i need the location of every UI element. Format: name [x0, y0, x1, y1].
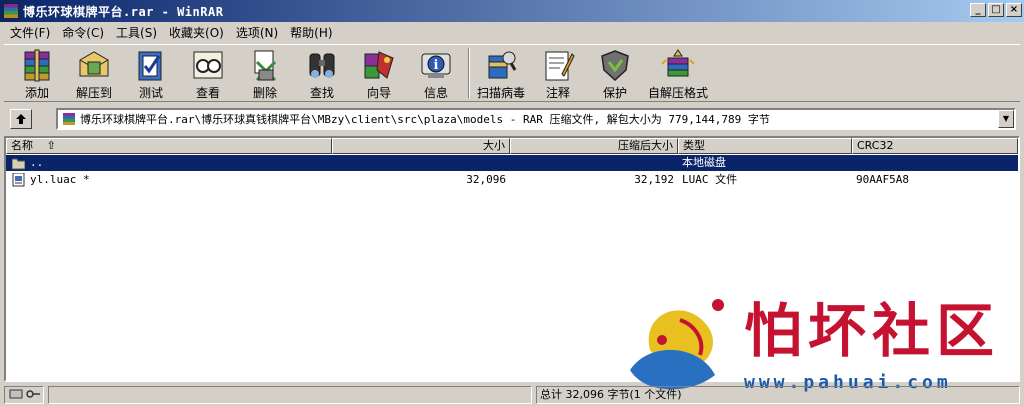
menu-favorites[interactable]: 收藏夹(O): [163, 24, 230, 41]
add-button[interactable]: 添加: [12, 45, 62, 101]
file-icon: [12, 173, 25, 187]
column-packed-label: 压缩后大小: [618, 139, 673, 152]
comment-button[interactable]: 注释: [533, 45, 583, 101]
drive-key-icon: [9, 389, 40, 399]
window-controls: _ □ ×: [970, 3, 1022, 17]
column-size-label: 大小: [483, 139, 505, 152]
find-label: 查找: [309, 86, 334, 100]
sfx-icon: [660, 48, 696, 82]
column-crc-label: CRC32: [857, 139, 894, 152]
row-type: 本地磁盘: [682, 156, 726, 169]
table-row[interactable]: .. 本地磁盘: [6, 155, 1018, 171]
comment-label: 注释: [545, 86, 570, 100]
sfx-button[interactable]: 自解压格式: [647, 45, 709, 101]
sfx-label: 自解压格式: [647, 86, 708, 100]
status-summary-text: 总计 32,096 字节(1 个文件): [540, 388, 682, 401]
address-dropdown-button[interactable]: ▼: [998, 110, 1014, 128]
row-crc: 90AAF5A8: [856, 173, 909, 186]
find-button[interactable]: 查找: [297, 45, 347, 101]
column-name-label: 名称: [11, 139, 33, 152]
status-bar: 总计 32,096 字节(1 个文件): [0, 384, 1024, 406]
row-size: 32,096: [466, 173, 506, 186]
column-header-type[interactable]: 类型: [678, 138, 852, 154]
extract-to-icon: [76, 48, 112, 82]
menu-help[interactable]: 帮助(H): [284, 24, 338, 41]
column-header-crc[interactable]: CRC32: [852, 138, 1018, 154]
comment-icon: [540, 48, 576, 82]
protect-icon: [597, 48, 633, 82]
column-header-packed[interactable]: 压缩后大小: [510, 138, 678, 154]
info-icon: i: [418, 48, 454, 82]
info-button[interactable]: i 信息: [411, 45, 461, 101]
archive-icon: [63, 113, 75, 125]
wizard-icon: [361, 48, 397, 82]
view-label: 查看: [195, 86, 220, 100]
info-label: 信息: [423, 86, 448, 100]
status-drive-panel[interactable]: [4, 386, 44, 404]
test-label: 测试: [138, 86, 163, 100]
column-type-label: 类型: [683, 139, 705, 152]
menu-commands[interactable]: 命令(C): [56, 24, 110, 41]
toolbar: 添加 解压到 测试 查看 删除 查找 向导 i 信息 扫描病毒 注释 保护 自解…: [4, 44, 1020, 102]
row-packed: 32,192: [634, 173, 674, 186]
address-field[interactable]: 博乐环球棋牌平台.rar\博乐环球真钱棋牌平台\MBzy\client\src\…: [56, 108, 1016, 130]
address-bar: 博乐环球棋牌平台.rar\博乐环球真钱棋牌平台\MBzy\client\src\…: [0, 104, 1024, 134]
up-folder-button[interactable]: [10, 109, 32, 129]
scan-virus-label: 扫描病毒: [476, 86, 525, 100]
add-archive-icon: [19, 48, 55, 82]
row-type: LUAC 文件: [682, 173, 738, 186]
up-arrow-icon: [16, 114, 26, 124]
wizard-button[interactable]: 向导: [354, 45, 404, 101]
protect-button[interactable]: 保护: [590, 45, 640, 101]
delete-icon: [247, 48, 283, 82]
status-selection-panel: [48, 386, 532, 404]
test-icon: [133, 48, 169, 82]
svg-text:i: i: [434, 58, 439, 73]
delete-label: 删除: [252, 86, 277, 100]
watermark-text: 怕坏社区: [744, 297, 1001, 365]
menu-options[interactable]: 选项(N): [230, 24, 284, 41]
view-button[interactable]: 查看: [183, 45, 233, 101]
row-name: yl.luac *: [30, 173, 90, 186]
scan-virus-icon: [483, 48, 519, 82]
delete-button[interactable]: 删除: [240, 45, 290, 101]
toolbar-separator: [468, 48, 470, 98]
close-button[interactable]: ×: [1006, 3, 1022, 17]
protect-label: 保护: [602, 86, 627, 100]
column-header-name[interactable]: 名称 ⇧: [6, 138, 332, 154]
menu-tools[interactable]: 工具(S): [110, 24, 163, 41]
menu-file[interactable]: 文件(F): [4, 24, 56, 41]
add-label: 添加: [24, 86, 49, 100]
table-row[interactable]: yl.luac * 32,096 32,192 LUAC 文件 90AAF5A8: [6, 172, 1018, 188]
title-bar: 博乐环球棋牌平台.rar - WinRAR _ □ ×: [0, 0, 1024, 22]
view-icon: [190, 48, 226, 82]
chevron-down-icon: ▼: [1002, 114, 1010, 123]
minimize-button[interactable]: _: [970, 3, 986, 17]
extract-to-button[interactable]: 解压到: [69, 45, 119, 101]
scan-virus-button[interactable]: 扫描病毒: [476, 45, 526, 101]
test-button[interactable]: 测试: [126, 45, 176, 101]
find-icon: [304, 48, 340, 82]
status-summary: 总计 32,096 字节(1 个文件): [536, 386, 1020, 404]
extract-to-label: 解压到: [75, 86, 112, 100]
wizard-label: 向导: [366, 86, 391, 100]
folder-icon: [12, 158, 25, 170]
row-name: ..: [30, 156, 44, 169]
column-header-size[interactable]: 大小: [332, 138, 510, 154]
sort-up-arrow-icon: ⇧: [46, 139, 56, 152]
window-title: 博乐环球棋牌平台.rar - WinRAR: [23, 4, 224, 19]
maximize-button[interactable]: □: [988, 3, 1004, 17]
winrar-app-icon[interactable]: [3, 3, 19, 19]
menu-bar: 文件(F) 命令(C) 工具(S) 收藏夹(O) 选项(N) 帮助(H): [0, 22, 1024, 42]
address-path: 博乐环球棋牌平台.rar\博乐环球真钱棋牌平台\MBzy\client\src\…: [80, 113, 770, 126]
